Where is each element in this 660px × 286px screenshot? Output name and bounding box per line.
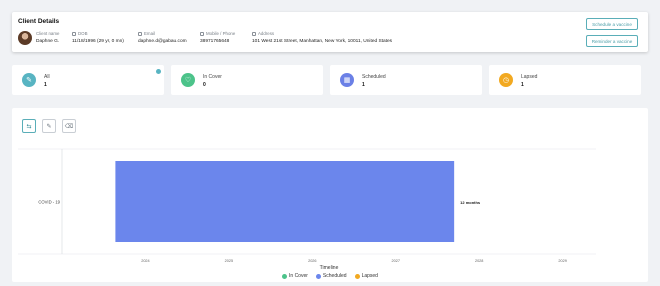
legend-label-scheduled: Scheduled — [322, 273, 347, 279]
timeline-bar-scheduled — [115, 161, 455, 242]
x-tick-label: 2028 — [475, 259, 483, 263]
email-label: Email — [144, 31, 155, 36]
legend-label-in-cover: In Cover — [289, 273, 308, 279]
client-name-value: Daphne G. — [36, 38, 60, 44]
address-field: Address 101 West 21st Street, Manhattan,… — [252, 31, 392, 45]
legend-item-in-cover[interactable]: In Cover — [282, 273, 308, 279]
client-details-card: Client Details Client name Daphne G. DOB… — [12, 12, 648, 52]
x-axis-title: Timeline — [320, 265, 339, 271]
mail-icon — [138, 32, 142, 37]
stat-card-lapsed[interactable]: ◷ Lapsed 1 — [489, 65, 641, 95]
phone-value: 38971765648 — [200, 38, 230, 44]
location-icon — [252, 32, 256, 37]
calendar-small-icon — [72, 32, 76, 37]
x-tick-label: 2024 — [141, 259, 149, 263]
phone-icon — [200, 32, 204, 37]
client-name-label: Client name — [36, 31, 60, 36]
dob-label: DOB — [78, 31, 88, 36]
stat-label-lapsed: Lapsed — [521, 74, 538, 80]
schedule-vaccine-button[interactable]: Schedule a vaccine — [586, 18, 638, 30]
legend-dot-scheduled — [315, 273, 321, 279]
info-icon — [156, 69, 161, 74]
email-value: daphne.d@gabau.com — [138, 38, 187, 44]
dob-field: DOB 11/18/1996 (29 yr, 0 mn) — [72, 31, 124, 45]
calendar-icon: ▦ — [340, 73, 354, 87]
stat-card-in-cover[interactable]: ♡ In Cover 0 — [171, 65, 323, 95]
client-avatar — [18, 31, 32, 45]
y-tick-label: COVID - 19 — [38, 200, 60, 205]
x-tick-label: 2029 — [558, 259, 566, 263]
stat-label-scheduled: Scheduled — [362, 74, 386, 80]
stat-label-all: All — [44, 74, 50, 80]
stat-label-in-cover: In Cover — [203, 74, 222, 80]
x-tick-label: 2025 — [225, 259, 233, 263]
reminder-vaccine-button[interactable]: Reminder a vaccine — [586, 35, 638, 47]
client-details-title: Client Details — [18, 18, 60, 25]
stat-count-lapsed: 1 — [521, 82, 524, 88]
legend-dot-lapsed — [354, 273, 360, 279]
stat-card-all[interactable]: ✎ All 1 — [12, 65, 164, 95]
clock-icon: ◷ — [499, 73, 513, 87]
x-tick-label: 2027 — [392, 259, 400, 263]
address-value: 101 West 21st Street, Manhattan, New Yor… — [252, 38, 393, 44]
phone-field: Mobile / Phone 38971765648 — [200, 31, 235, 45]
legend-label-lapsed: Lapsed — [361, 273, 378, 279]
legend-item-scheduled[interactable]: Scheduled — [315, 273, 347, 279]
x-tick-label: 2026 — [308, 259, 316, 263]
dob-value: 11/18/1996 (29 yr, 0 mn) — [72, 38, 124, 44]
legend-item-lapsed[interactable]: Lapsed — [354, 273, 378, 279]
shield-icon: ♡ — [181, 73, 195, 87]
timeline-chart-card: ⇆ ✎ ⌫ COVID - 19 2024 2025 2026 2027 2028 2029… — [12, 108, 648, 282]
client-name-field: Client name Daphne G. — [36, 31, 59, 45]
email-field: Email daphne.d@gabau.com — [138, 31, 187, 45]
stat-count-scheduled: 1 — [362, 82, 365, 88]
stat-count-all: 1 — [44, 82, 47, 88]
stat-card-scheduled[interactable]: ▦ Scheduled 1 — [330, 65, 482, 95]
bar-duration-label: 12 months — [460, 200, 481, 205]
address-label: Address — [258, 31, 275, 36]
legend-dot-in-cover — [282, 273, 288, 279]
phone-label: Mobile / Phone — [206, 31, 236, 36]
chart-legend: In Cover Scheduled Lapsed — [12, 273, 648, 279]
stat-count-in-cover: 0 — [203, 82, 206, 88]
pencil-icon: ✎ — [22, 73, 36, 87]
timeline-chart: COVID - 19 2024 2025 2026 2027 2028 2029 Timeli… — [18, 148, 596, 271]
